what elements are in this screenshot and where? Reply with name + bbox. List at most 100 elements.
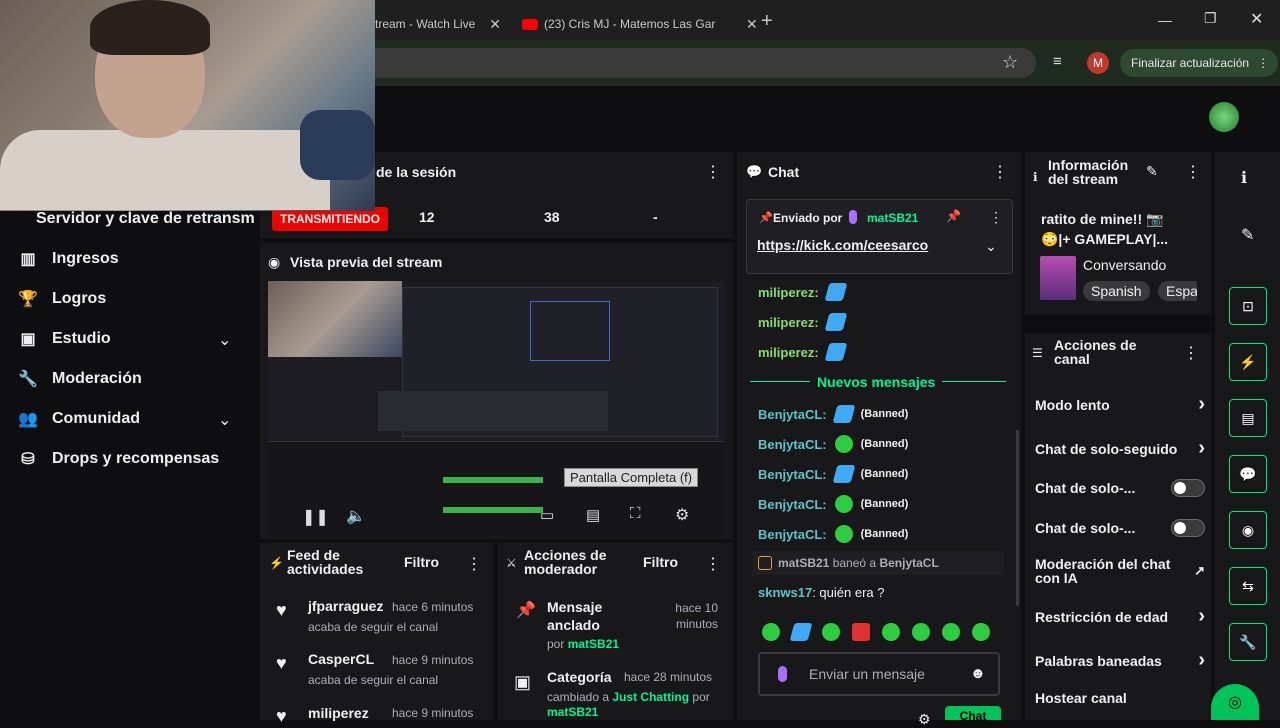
sidebar-item-drops[interactable]: ⛁ Drops y recompensas: [18, 447, 219, 471]
stream-preview-video[interactable]: ❚❚ 🔈 ▭ ▤ ⛶ ⚙ Pantalla Completa (f): [268, 281, 725, 537]
browser-tab-2[interactable]: (23) Cris MJ - Matemos Las Gar ✕: [522, 8, 758, 40]
category-box-art[interactable]: [1040, 256, 1076, 300]
banned-words-action[interactable]: Palabras baneadas ›: [1035, 649, 1205, 672]
send-chat-button[interactable]: Chat: [945, 706, 1001, 720]
wrench-icon[interactable]: 🔧: [1229, 623, 1267, 661]
pinned-message[interactable]: 📌 Enviado por matSB21 📌 ⋮ https://kick.c…: [746, 199, 1013, 274]
wrench-icon: 🔧: [18, 371, 38, 388]
emote-icon[interactable]: [789, 623, 813, 641]
emote-icon[interactable]: [762, 623, 780, 641]
chevron-down-icon[interactable]: ⌄: [218, 410, 231, 430]
stream-category[interactable]: Conversando: [1083, 257, 1166, 273]
mod-filter-button[interactable]: Filtro: [643, 554, 678, 570]
chat-message: BenjytaCL: (Banned): [758, 495, 909, 513]
theatre-icon[interactable]: ▤: [586, 506, 600, 524]
chat-settings-icon: ☰: [1032, 346, 1043, 360]
pip-icon[interactable]: ▭: [540, 506, 554, 524]
age-restriction-action[interactable]: Restricción de edad ›: [1035, 605, 1205, 628]
minimize-icon[interactable]: —: [1158, 12, 1172, 28]
sidebar-item-comunidad[interactable]: 👥 Comunidad: [18, 407, 140, 431]
close-tab-icon[interactable]: ✕: [489, 16, 501, 33]
document-icon[interactable]: ▤: [1229, 399, 1267, 437]
pause-icon[interactable]: ❚❚: [302, 507, 329, 527]
emote-icon[interactable]: [822, 623, 840, 641]
sidebar-item-moderacion[interactable]: 🔧 Moderación: [18, 367, 142, 391]
lightning-icon[interactable]: ⚡: [1229, 343, 1267, 381]
update-browser-button[interactable]: Finalizar actualización ⋮: [1120, 49, 1278, 77]
unpin-icon[interactable]: 📌: [946, 209, 961, 223]
chat-bubble-icon[interactable]: 💬: [1229, 455, 1267, 493]
mod-action-detail: cambiado a Just Chatting por matSB21: [547, 690, 710, 719]
bookmark-star-icon[interactable]: ☆: [1002, 52, 1018, 73]
more-vert-icon[interactable]: ⋮: [1257, 56, 1269, 70]
activity-user[interactable]: miliperez: [308, 705, 369, 721]
emote-icon[interactable]: [852, 623, 870, 641]
chat-scrollbar[interactable]: [1016, 430, 1019, 606]
emote-icon[interactable]: [942, 623, 960, 641]
chevron-right-icon: ›: [1198, 437, 1205, 459]
chat-message: BenjytaCL: (Banned): [758, 435, 909, 453]
tag-chip[interactable]: Espa: [1158, 281, 1197, 301]
profile-avatar[interactable]: M: [1087, 52, 1109, 74]
more-vert-icon[interactable]: ⋮: [466, 554, 482, 574]
activity-text: acaba de seguir el canal: [308, 673, 439, 687]
sub-only-toggle[interactable]: [1171, 479, 1205, 497]
emote-icon: [834, 495, 853, 513]
raid-icon[interactable]: ⇆: [1229, 567, 1267, 605]
emote-only-toggle[interactable]: [1171, 519, 1205, 537]
broadcast-icon[interactable]: ◉: [1229, 511, 1267, 549]
settings-gear-icon[interactable]: ⚙: [675, 505, 689, 525]
pinned-user[interactable]: matSB21: [867, 211, 918, 225]
more-vert-icon[interactable]: ⋮: [1183, 343, 1199, 363]
pinned-link[interactable]: https://kick.com/ceesarco: [757, 237, 928, 253]
followers-only-action[interactable]: Chat de solo-seguido ›: [1035, 437, 1205, 460]
media-controls-icon[interactable]: ≡: [1053, 53, 1062, 70]
fullscreen-icon[interactable]: ⛶: [630, 505, 641, 522]
emote-icon[interactable]: [972, 623, 990, 641]
emote-icon: [832, 465, 856, 483]
more-vert-icon[interactable]: ⋮: [1185, 162, 1201, 182]
sidebar-item-ingresos[interactable]: ▥ Ingresos: [18, 247, 118, 271]
chat-bubble-icon: 💬: [746, 164, 763, 179]
emote-icon[interactable]: [882, 623, 900, 641]
activity-user[interactable]: CasperCL: [308, 651, 374, 667]
emote-icon: [834, 435, 853, 453]
clip-icon[interactable]: ⊡: [1229, 287, 1267, 325]
user-avatar[interactable]: [1209, 102, 1239, 132]
emote-icon[interactable]: [912, 623, 930, 641]
sidebar-item-estudio[interactable]: ▣ Estudio: [18, 327, 110, 351]
sidebar-item-logros[interactable]: 🏆 Logros: [18, 287, 106, 311]
more-vert-icon[interactable]: ⋮: [992, 162, 1008, 182]
activity-user[interactable]: jfparraguez: [308, 598, 383, 614]
ai-moderation-action[interactable]: Moderación del chat con IA ↗: [1035, 557, 1205, 585]
chevron-down-icon[interactable]: ⌄: [218, 330, 231, 350]
chevron-down-icon[interactable]: ⌄: [985, 238, 997, 255]
browser-tab-1[interactable]: tream - Watch Live ✕: [375, 8, 501, 40]
more-vert-icon[interactable]: ⋮: [705, 162, 721, 182]
edit-pencil-icon[interactable]: ✎: [1241, 225, 1254, 245]
restore-icon[interactable]: ❐: [1204, 10, 1217, 27]
activity-filter-button[interactable]: Filtro: [404, 554, 439, 570]
more-vert-icon[interactable]: ⋮: [989, 209, 1003, 226]
chat-input[interactable]: Enviar un mensaje ☻: [758, 652, 1000, 696]
close-tab-icon[interactable]: ✕: [746, 16, 758, 33]
edit-pencil-icon[interactable]: ✎: [1146, 163, 1158, 180]
chat-message: BenjytaCL: (Banned): [758, 525, 909, 543]
volume-icon[interactable]: 🔈: [346, 506, 366, 526]
more-vert-icon[interactable]: ⋮: [705, 554, 721, 574]
mod-sword-icon: ⚔: [506, 556, 517, 570]
close-window-icon[interactable]: ✕: [1250, 9, 1263, 29]
mic-icon: [778, 666, 787, 682]
host-channel-action[interactable]: Hostear canal: [1035, 690, 1205, 706]
new-tab-button[interactable]: +: [761, 10, 773, 33]
chevron-right-icon: ›: [1198, 393, 1205, 415]
session-stats-title: de la sesión: [376, 164, 457, 180]
info-icon[interactable]: ℹ: [1241, 168, 1247, 188]
slow-mode-action[interactable]: Modo lento ›: [1035, 393, 1205, 416]
emoji-picker-icon[interactable]: ☻: [970, 665, 986, 682]
tag-chip[interactable]: Spanish: [1083, 281, 1150, 301]
emote-only-action: Chat de solo-...: [1035, 519, 1205, 537]
heart-icon: ♥: [276, 600, 287, 620]
sidebar-item-stream-key[interactable]: Servidor y clave de retransm: [36, 210, 258, 228]
preview-audio-meter: [443, 477, 543, 483]
